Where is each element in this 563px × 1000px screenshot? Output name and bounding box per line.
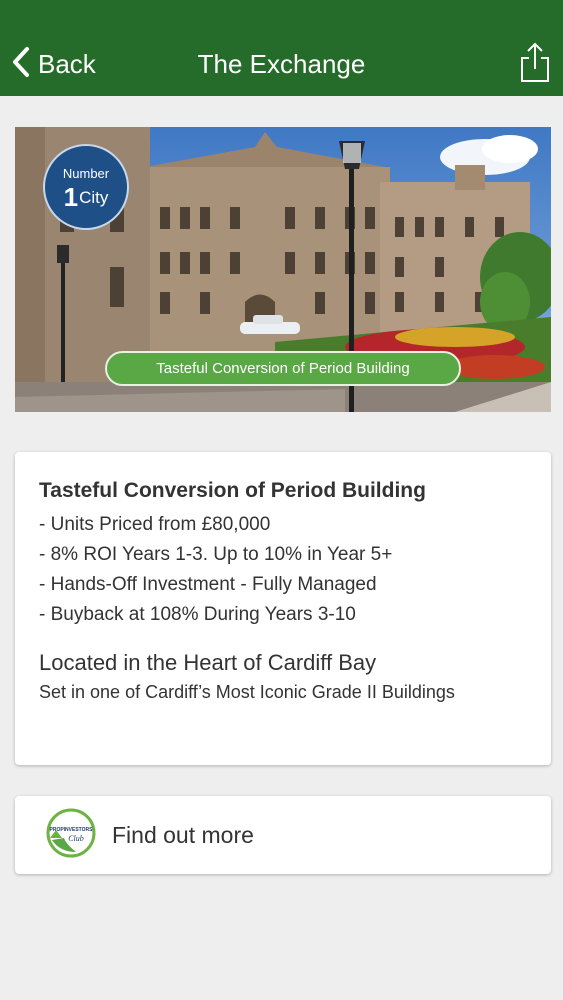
badge-number: 1 — [63, 182, 79, 212]
hero-caption-pill: Tasteful Conversion of Period Building — [105, 351, 461, 386]
svg-text:Club: Club — [68, 834, 84, 843]
logo-wordmark: PROPINVESTORS — [50, 827, 94, 833]
propinvestors-logo-icon: PROPINVESTORS Club — [15, 808, 96, 863]
card-heading: Tasteful Conversion of Period Building — [39, 479, 426, 502]
feature-item: - 8% ROI Years 1-3. Up to 10% in Year 5+ — [39, 544, 393, 565]
navigation-bar: The Exchange Back — [0, 0, 563, 96]
hero-image: Number 1City Tasteful Conversion of Peri… — [15, 127, 551, 412]
feature-item: - Units Priced from £80,000 — [39, 514, 271, 535]
feature-item: - Hands-Off Investment - Fully Managed — [39, 574, 377, 595]
feature-list: - Units Priced from £80,000 - 8% ROI Yea… — [39, 510, 527, 630]
info-card: Tasteful Conversion of Period Building -… — [15, 452, 551, 765]
badge-top-text: Number — [62, 166, 110, 181]
location-text: Set in one of Cardiff’s Most Iconic Grad… — [39, 682, 455, 702]
find-out-more-button[interactable]: PROPINVESTORS Club Find out more — [15, 796, 551, 874]
share-icon — [517, 42, 553, 89]
chevron-left-icon — [10, 45, 32, 84]
find-out-more-label: Find out more — [112, 821, 254, 848]
number-one-city-badge: Number 1City — [43, 144, 129, 230]
feature-item: - Buyback at 108% During Years 3-10 — [39, 604, 356, 625]
badge-word: City — [79, 187, 109, 207]
back-button[interactable]: Back — [10, 44, 96, 84]
location-heading: Located in the Heart of Cardiff Bay — [39, 650, 377, 675]
share-button[interactable] — [517, 41, 553, 85]
back-label: Back — [38, 48, 96, 79]
